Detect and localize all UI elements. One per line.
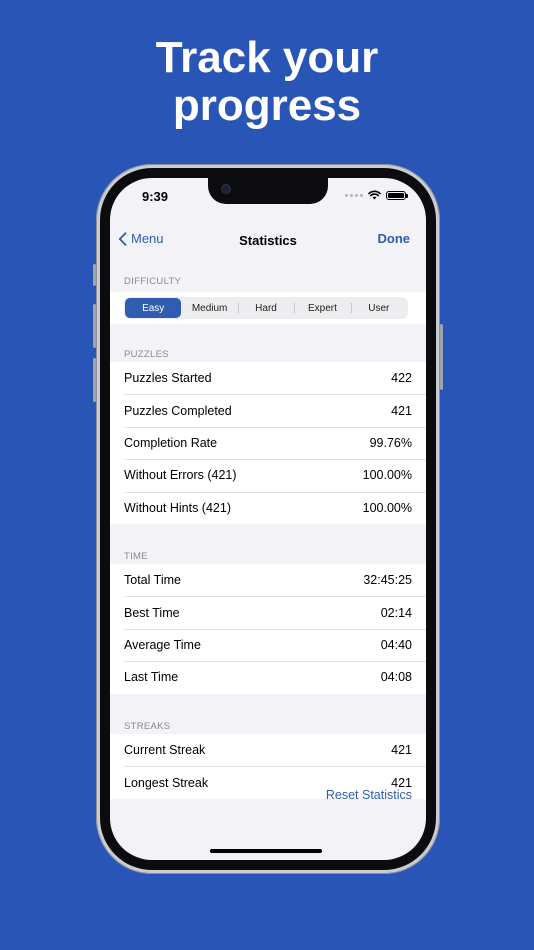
stat-label: Last Time	[124, 670, 179, 685]
stat-label: Total Time	[124, 573, 181, 588]
stat-row-puzzles-completed: Puzzles Completed 421	[110, 394, 426, 426]
stat-row-without-errors: Without Errors (421) 100.00%	[110, 459, 426, 491]
phone-frame: 9:39 Menu Statistics Done DIFFICULTY Eas…	[93, 164, 443, 874]
headline-line-2: progress	[172, 81, 362, 130]
camera-icon	[222, 185, 230, 193]
stat-value: 02:14	[380, 605, 412, 620]
stat-label: Without Errors (421)	[124, 468, 237, 483]
mute-switch	[93, 264, 96, 286]
stat-value: 422	[391, 371, 412, 386]
difficulty-segmented-control: Easy Medium Hard Expert User	[124, 297, 408, 319]
stat-label: Longest Streak	[124, 775, 209, 790]
reset-statistics-button[interactable]: Reset Statistics	[326, 788, 412, 802]
stat-label: Without Hints (421)	[124, 500, 231, 515]
stat-value: 04:08	[380, 670, 412, 685]
signal-dots-icon	[345, 193, 363, 197]
stat-label: Average Time	[124, 637, 201, 652]
segment-user[interactable]: User	[350, 298, 407, 318]
stat-value: 32:45:25	[363, 573, 412, 588]
stat-row-puzzles-started: Puzzles Started 422	[110, 362, 426, 394]
headline-line-1: Track your	[155, 33, 379, 82]
done-button[interactable]: Done	[378, 231, 411, 246]
wifi-icon	[368, 190, 381, 200]
status-icons	[345, 190, 408, 200]
screen: 9:39 Menu Statistics Done DIFFICULTY Eas…	[110, 178, 426, 860]
stat-value: 04:40	[380, 637, 412, 652]
stat-value: 99.76%	[369, 435, 412, 450]
stat-label: Best Time	[124, 605, 180, 620]
puzzles-group: Puzzles Started 422 Puzzles Completed 42…	[110, 362, 426, 524]
power-button	[440, 324, 443, 390]
stat-value: 421	[391, 403, 412, 418]
time-group: Total Time 32:45:25 Best Time 02:14 Aver…	[110, 564, 426, 694]
stat-value: 100.00%	[362, 500, 412, 515]
nav-bar: Menu Statistics Done	[110, 218, 426, 262]
stat-row-without-hints: Without Hints (421) 100.00%	[110, 491, 426, 524]
segment-hard[interactable]: Hard	[237, 298, 294, 318]
notch	[208, 178, 328, 204]
back-button-label: Menu	[131, 231, 164, 246]
segment-easy[interactable]: Easy	[125, 298, 182, 318]
stat-row-last-time: Last Time 04:08	[110, 661, 426, 693]
stat-row-total-time: Total Time 32:45:25	[110, 564, 426, 596]
difficulty-header: DIFFICULTY	[124, 276, 182, 287]
volume-down-button	[93, 358, 96, 402]
puzzles-header: PUZZLES	[124, 349, 169, 360]
status-time: 9:39	[142, 189, 169, 204]
stat-row-best-time: Best Time 02:14	[110, 596, 426, 628]
difficulty-section: Easy Medium Hard Expert User	[110, 292, 426, 324]
stat-value: 421	[391, 743, 412, 758]
headline: Track your progress	[0, 34, 534, 130]
segment-medium[interactable]: Medium	[181, 298, 237, 318]
stat-row-average-time: Average Time 04:40	[110, 628, 426, 661]
streaks-header: STREAKS	[124, 721, 171, 732]
back-button[interactable]: Menu	[118, 231, 164, 246]
stat-label: Current Streak	[124, 743, 206, 758]
stat-row-current-streak: Current Streak 421	[110, 734, 426, 766]
time-header: TIME	[124, 551, 148, 562]
stat-label: Completion Rate	[124, 435, 218, 450]
page-title: Statistics	[239, 232, 297, 248]
segment-expert[interactable]: Expert	[294, 298, 350, 318]
chevron-left-icon	[118, 231, 127, 246]
home-indicator[interactable]	[210, 849, 322, 853]
volume-up-button	[93, 304, 96, 348]
stat-row-completion-rate: Completion Rate 99.76%	[110, 426, 426, 459]
stat-value: 100.00%	[362, 468, 412, 483]
battery-icon	[386, 190, 408, 200]
stat-label: Puzzles Completed	[124, 403, 232, 418]
stat-label: Puzzles Started	[124, 371, 212, 386]
